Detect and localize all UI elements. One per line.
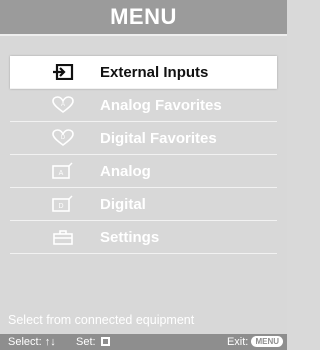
exit-label: Exit: bbox=[226, 336, 249, 348]
menu-item-analog-favorites[interactable]: A Analog Favorites bbox=[10, 89, 277, 122]
set-label: Set: bbox=[76, 336, 96, 348]
page-title: MENU bbox=[0, 0, 287, 34]
select-label: Select: bbox=[8, 336, 42, 348]
updown-arrows-icon: ↑↓ bbox=[44, 336, 56, 348]
menu-button-badge: MENU bbox=[251, 336, 283, 347]
set-hint: Set: bbox=[76, 334, 110, 350]
main-menu: External Inputs A Analog Favorites D Dig… bbox=[10, 56, 277, 254]
menu-item-digital-favorites[interactable]: D Digital Favorites bbox=[10, 122, 277, 155]
menu-item-label: External Inputs bbox=[100, 64, 209, 81]
footer-bar: Select: ↑↓ Set: Exit: MENU bbox=[0, 334, 287, 350]
menu-screen: MENU External Inputs A Analog Favorites bbox=[0, 0, 287, 350]
help-hint: Select from connected equipment bbox=[8, 313, 195, 327]
menu-item-digital[interactable]: D Digital bbox=[10, 188, 277, 221]
svg-text:D: D bbox=[61, 135, 66, 141]
input-icon bbox=[52, 62, 74, 82]
tv-d-icon: D bbox=[52, 194, 74, 214]
menu-item-label: Analog Favorites bbox=[100, 97, 222, 114]
menu-item-label: Analog bbox=[100, 163, 151, 180]
enter-button-icon bbox=[100, 337, 110, 346]
menu-item-label: Digital Favorites bbox=[100, 130, 217, 147]
menu-item-analog[interactable]: A Analog bbox=[10, 155, 277, 188]
heart-a-icon: A bbox=[52, 95, 74, 115]
svg-text:D: D bbox=[58, 203, 63, 210]
select-hint: Select: ↑↓ bbox=[8, 334, 56, 350]
heart-d-icon: D bbox=[52, 128, 74, 148]
menu-item-settings[interactable]: Settings bbox=[10, 221, 277, 254]
exit-hint: Exit: MENU bbox=[227, 334, 283, 350]
toolbox-icon bbox=[52, 227, 74, 247]
menu-item-label: Settings bbox=[100, 229, 160, 246]
svg-text:A: A bbox=[61, 102, 65, 108]
svg-text:A: A bbox=[59, 170, 64, 177]
menu-item-external-inputs[interactable]: External Inputs bbox=[10, 56, 277, 89]
menu-item-label: Digital bbox=[100, 196, 146, 213]
title-divider bbox=[0, 34, 287, 36]
tv-a-icon: A bbox=[52, 161, 74, 181]
